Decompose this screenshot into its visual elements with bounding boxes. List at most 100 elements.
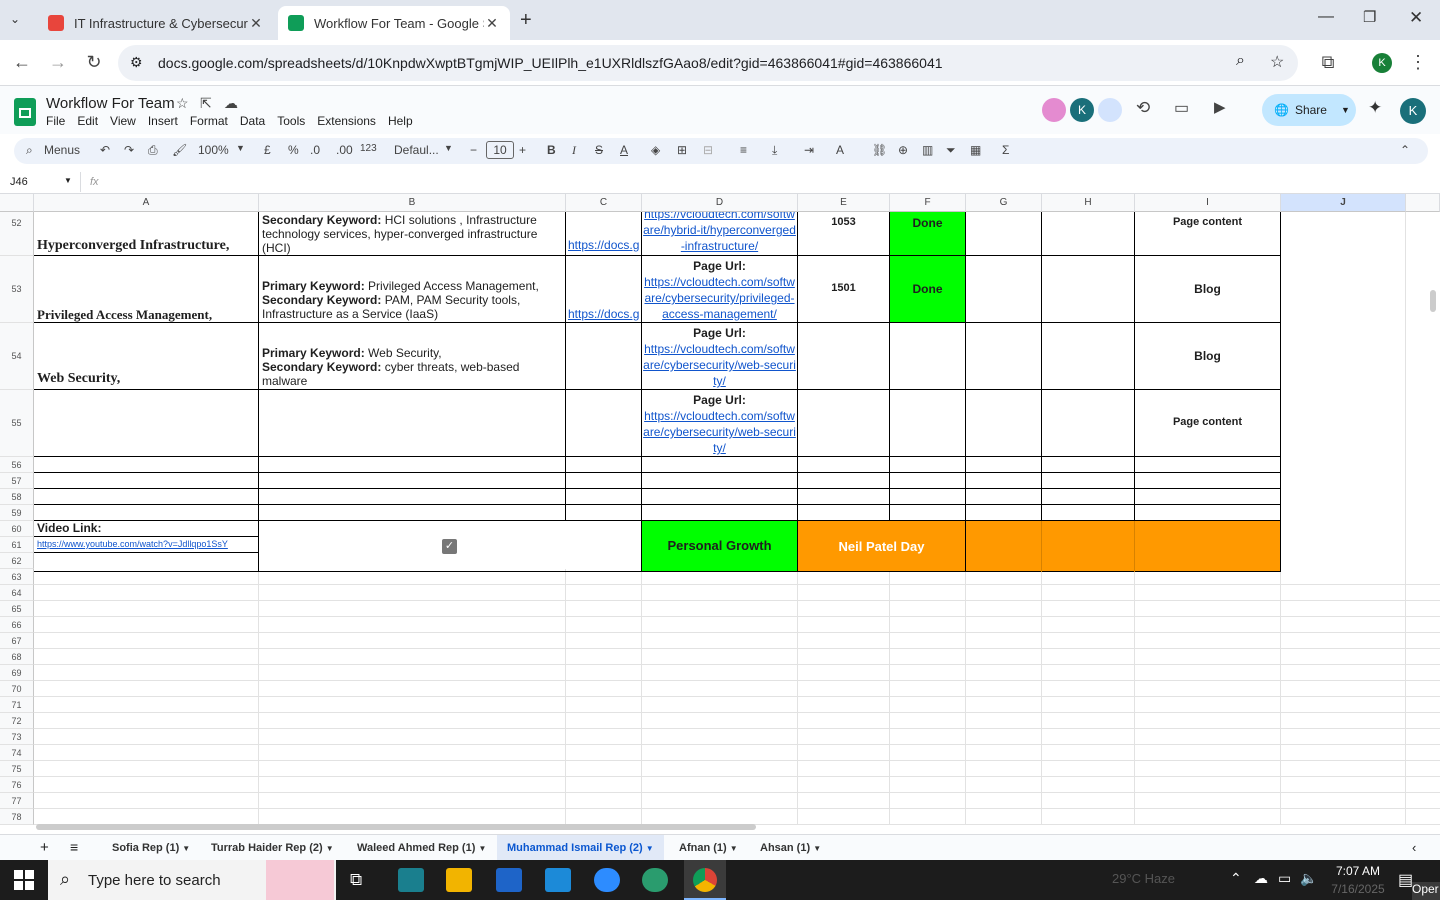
print-icon[interactable]: ⎙	[148, 143, 158, 158]
row-header-57[interactable]: 57	[0, 473, 34, 489]
filter-views-icon[interactable]: ▦	[970, 143, 981, 157]
cell-a60[interactable]: Video Link:	[34, 521, 259, 537]
row-header-77[interactable]: 77	[0, 793, 34, 809]
cell-g55[interactable]	[966, 390, 1042, 457]
column-header-i[interactable]: I	[1135, 194, 1281, 212]
horizontal-scrollbar-thumb[interactable]	[36, 824, 756, 830]
scroll-tabs-left-icon[interactable]: ‹	[1412, 840, 1416, 855]
new-tab-icon[interactable]: +	[520, 9, 532, 32]
row-header-71[interactable]: 71	[0, 697, 34, 713]
extensions-icon[interactable]: ⧉	[1316, 52, 1340, 73]
row-header-62[interactable]: 62	[0, 553, 34, 569]
sheet-tab-sofia[interactable]: Sofia Rep (1) ▼	[102, 835, 200, 861]
cell-e60-neil-patel-day[interactable]: Neil Patel Day	[798, 521, 966, 572]
horizontal-align-icon[interactable]: ≡	[740, 143, 747, 157]
sheet-tab-ahsan[interactable]: Ahsan (1) ▼	[750, 835, 831, 861]
row-header-68[interactable]: 68	[0, 649, 34, 665]
close-window-icon[interactable]: ✕	[1409, 8, 1423, 28]
zoom-select[interactable]: 100%	[198, 143, 229, 157]
column-header-h[interactable]: H	[1042, 194, 1135, 212]
row-header-59[interactable]: 59	[0, 505, 34, 521]
browser-tab-infrastructure[interactable]: IT Infrastructure & Cybersecurit ✕	[38, 6, 274, 40]
zoom-chevron-icon[interactable]: ▼	[236, 143, 245, 153]
menu-extensions[interactable]: Extensions	[317, 114, 376, 128]
document-title[interactable]: Workflow For Team	[46, 95, 175, 112]
onedrive-icon[interactable]: ☁	[1254, 870, 1268, 887]
insert-chart-icon[interactable]: ▥	[922, 143, 933, 157]
weather-widget[interactable]: 29°C Haze	[1112, 871, 1175, 886]
italic-icon[interactable]: I	[572, 143, 576, 158]
row-header-67[interactable]: 67	[0, 633, 34, 649]
menu-help[interactable]: Help	[388, 114, 413, 128]
share-button[interactable]: 🌐 Share ▼	[1262, 94, 1356, 126]
row-header-73[interactable]: 73	[0, 729, 34, 745]
cell-b52[interactable]: Secondary Keyword: HCI solutions , Infra…	[259, 212, 566, 256]
text-color-icon[interactable]: A	[620, 143, 628, 157]
clock-date[interactable]: 7/16/2025	[1330, 882, 1386, 896]
cell-a61-video-link[interactable]: https://www.youtube.com/watch?v=Jdllqpo1…	[34, 537, 259, 553]
chevron-down-icon[interactable]: ▼	[646, 844, 654, 853]
clock-time[interactable]: 7:07 AM	[1330, 864, 1386, 878]
star-icon[interactable]: ☆	[176, 95, 189, 112]
collaborator-avatar-k[interactable]: K	[1070, 98, 1094, 122]
app-icon[interactable]	[398, 868, 424, 892]
cell-c53[interactable]: https://docs.g	[566, 256, 642, 323]
row-header-64[interactable]: 64	[0, 585, 34, 601]
tab-search-icon[interactable]: ⌄	[10, 12, 20, 26]
cloud-status-icon[interactable]: ☁	[224, 95, 238, 112]
undo-icon[interactable]: ↶	[100, 143, 110, 157]
chevron-down-icon[interactable]: ▼	[478, 844, 486, 853]
menu-file[interactable]: File	[46, 114, 65, 128]
collaborator-avatar[interactable]	[1098, 98, 1122, 122]
cell-f55[interactable]	[890, 390, 966, 457]
cell-a52[interactable]: Hyperconverged Infrastructure,	[34, 212, 259, 256]
page-url-link[interactable]: https://vcloudtech.com/software/cybersec…	[642, 408, 797, 456]
row-header-61[interactable]: 61	[0, 537, 34, 553]
cell-a54[interactable]: Web Security,	[34, 323, 259, 390]
row-header-53[interactable]: 53	[0, 256, 34, 323]
sheet-tab-muhammad[interactable]: Muhammad Ismail Rep (2) ▼	[497, 835, 664, 861]
row-header-63[interactable]: 63	[0, 569, 34, 585]
address-bar[interactable]: ⚙ docs.google.com/spreadsheets/d/10Knpdw…	[118, 45, 1298, 81]
cell-e52[interactable]: 1053	[798, 212, 890, 256]
task-view-icon[interactable]: ⧉	[350, 870, 362, 890]
cell-i52[interactable]: Page content	[1135, 212, 1281, 256]
page-url-link[interactable]: https://vcloudtech.com/software/hybrid-i…	[642, 212, 797, 254]
row-header-54[interactable]: 54	[0, 323, 34, 390]
profile-avatar[interactable]: K	[1372, 53, 1392, 73]
font-chevron-icon[interactable]: ▼	[444, 143, 453, 153]
insert-comment-icon[interactable]: ⊕	[898, 143, 908, 157]
cell-h52[interactable]	[1042, 212, 1135, 256]
chevron-down-icon[interactable]: ▼	[326, 844, 334, 853]
all-sheets-icon[interactable]: ≡	[70, 839, 78, 855]
search-menus-icon[interactable]: ⌕	[26, 143, 33, 158]
sheet-tab-waleed[interactable]: Waleed Ahmed Rep (1) ▼	[347, 835, 496, 861]
strikethrough-icon[interactable]: S	[595, 143, 603, 157]
row-header-72[interactable]: 72	[0, 713, 34, 729]
cell-b55[interactable]	[259, 390, 566, 457]
font-size-increase-icon[interactable]: +	[519, 143, 526, 157]
name-box[interactable]: J46	[10, 176, 28, 188]
formula-input[interactable]	[110, 173, 1420, 191]
notifications-icon[interactable]: ▤	[1398, 870, 1413, 890]
forward-icon[interactable]: →	[46, 52, 70, 73]
font-size-decrease-icon[interactable]: −	[470, 143, 477, 157]
row-header-78[interactable]: 78	[0, 809, 34, 825]
row-header-52[interactable]: 52	[0, 212, 34, 256]
cell-d55[interactable]: Page Url: https://vcloudtech.com/software…	[642, 390, 798, 457]
close-tab-icon[interactable]: ✕	[484, 15, 500, 32]
zoom-icon[interactable]: ⌕	[1236, 52, 1245, 70]
cell-h53[interactable]	[1042, 256, 1135, 323]
page-url-link[interactable]: https://vcloudtech.com/software/cybersec…	[642, 274, 797, 322]
edge-icon[interactable]	[642, 868, 668, 892]
menu-format[interactable]: Format	[190, 114, 228, 128]
row-header-76[interactable]: 76	[0, 777, 34, 793]
cell-e54[interactable]	[798, 323, 890, 390]
search-menus-label[interactable]: Menus	[44, 143, 80, 157]
text-rotation-icon[interactable]: A	[836, 143, 844, 157]
row-header-65[interactable]: 65	[0, 601, 34, 617]
collaborator-avatar[interactable]	[1042, 98, 1066, 122]
row-header-60[interactable]: 60	[0, 521, 34, 537]
column-header-b[interactable]: B	[259, 194, 566, 212]
menu-view[interactable]: View	[110, 114, 136, 128]
